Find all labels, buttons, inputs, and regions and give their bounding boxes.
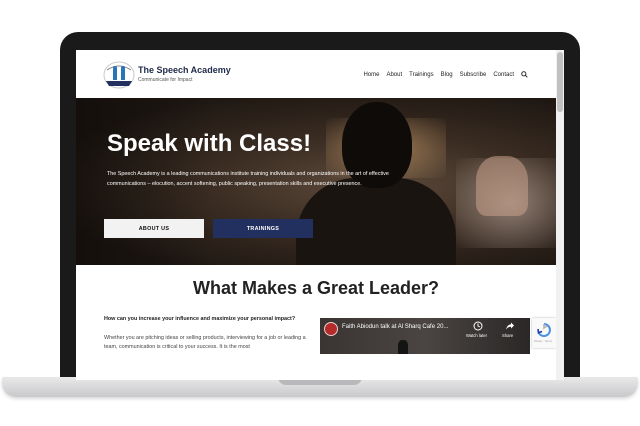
video-title[interactable]: Faith Abiodun talk at Al Sharq Cafe 20..… [342, 324, 448, 330]
hero-title: Speak with Class! [107, 130, 312, 157]
scrollbar[interactable] [556, 50, 564, 380]
laptop-mockup: The Speech Academy Communicate for Impac… [0, 0, 640, 426]
about-us-button[interactable]: ABOUT US [104, 219, 204, 238]
nav-item-blog[interactable]: Blog [441, 72, 453, 78]
speech-academy-logo[interactable] [102, 60, 136, 90]
share-icon[interactable] [505, 321, 515, 331]
nav-item-trainings[interactable]: Trainings [409, 72, 433, 78]
brand-name: The Speech Academy [138, 65, 231, 75]
hero-speaker-body [296, 178, 456, 265]
video-speaker-figure [398, 340, 408, 354]
section-body: Whether you are pitching ideas or sellin… [104, 335, 306, 351]
clock-icon[interactable] [473, 321, 483, 331]
brand-tagline: Communicate for Impact [138, 77, 193, 83]
nav-item-subscribe[interactable]: Subscribe [460, 72, 487, 78]
share-label[interactable]: Share [502, 333, 513, 338]
laptop-screen: The Speech Academy Communicate for Impac… [76, 50, 564, 380]
hero-description: The Speech Academy is a leading communic… [107, 171, 389, 187]
hero-banner: Speak with Class! The Speech Academy is … [76, 98, 556, 265]
recaptcha-badge[interactable]: Privacy · Terms [532, 318, 556, 348]
hero-audience-figure [476, 156, 528, 216]
site-header: The Speech Academy Communicate for Impac… [76, 50, 556, 98]
nav-item-home[interactable]: Home [363, 72, 379, 78]
trainings-button[interactable]: TRAININGS [213, 219, 313, 238]
recaptcha-icon [537, 323, 551, 337]
youtube-video-embed[interactable]: Faith Abiodun talk at Al Sharq Cafe 20..… [320, 318, 530, 354]
nav-item-about[interactable]: About [386, 72, 402, 78]
section-title: What Makes a Great Leader? [192, 278, 440, 298]
main-nav: Home About Trainings Blog Subscribe Cont… [363, 71, 528, 78]
channel-avatar[interactable] [324, 322, 338, 336]
search-icon[interactable] [521, 71, 528, 78]
recaptcha-links[interactable]: Privacy · Terms [534, 340, 552, 343]
section-question: How can you increase your influence and … [104, 316, 296, 322]
scrollbar-thumb[interactable] [557, 52, 563, 112]
watch-later-label[interactable]: Watch later [466, 333, 487, 338]
brand[interactable]: The Speech Academy Communicate for Impac… [138, 65, 231, 83]
nav-item-contact[interactable]: Contact [493, 72, 514, 78]
